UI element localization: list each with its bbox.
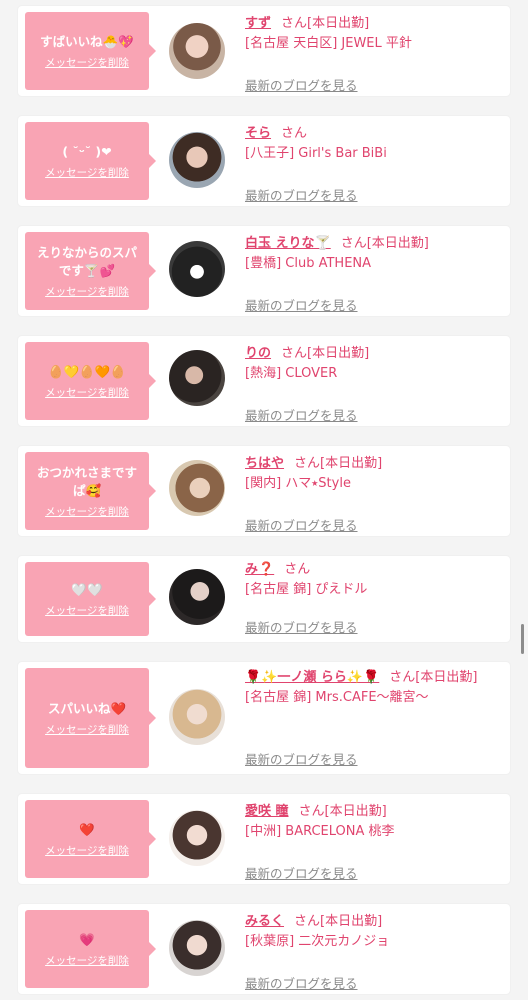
message-bubble: おつかれさまですぱ🥰 メッセージを削除 xyxy=(25,452,156,530)
delete-message-link[interactable]: メッセージを削除 xyxy=(45,55,129,70)
shop-name: [中洲] BARCELONA 桃李 xyxy=(245,824,395,839)
cast-status: さん[本日出勤] xyxy=(281,346,370,361)
avatar[interactable] xyxy=(169,689,225,745)
cast-name-link[interactable]: 白玉 えりな🍸 xyxy=(245,236,331,251)
avatar[interactable] xyxy=(169,810,225,866)
cast-name-link[interactable]: 🌹✨一ノ瀬 らら✨🌹 xyxy=(245,670,379,685)
cast-status: さん[本日出勤] xyxy=(389,670,478,685)
cast-status: さん[本日出勤] xyxy=(294,456,383,471)
latest-blog-link[interactable]: 最新のブログを見る xyxy=(245,974,358,994)
avatar[interactable] xyxy=(169,920,225,976)
shop-name: [秋葉原] 二次元カノジョ xyxy=(245,934,390,949)
delete-message-link[interactable]: メッセージを削除 xyxy=(45,953,129,968)
cast-status: さん[本日出勤] xyxy=(340,236,429,251)
scrollbar-thumb[interactable] xyxy=(521,624,524,654)
cast-name-link[interactable]: すず xyxy=(245,16,271,31)
avatar[interactable] xyxy=(169,23,225,79)
cast-status: さん xyxy=(281,126,308,141)
avatar[interactable] xyxy=(169,132,225,188)
message-text: ( ˘ᵕ˘ )❤ xyxy=(62,143,112,159)
cast-status: さん[本日出勤] xyxy=(298,804,387,819)
shop-name: [豊橋] Club ATHENA xyxy=(245,256,372,271)
delete-message-link[interactable]: メッセージを削除 xyxy=(45,603,129,618)
cast-name-link[interactable]: ちはや xyxy=(245,456,284,471)
message-bubble: えりなからのスパです🍸💕 メッセージを削除 xyxy=(25,232,156,310)
latest-blog-link[interactable]: 最新のブログを見る xyxy=(245,618,358,638)
cast-name-link[interactable]: そら xyxy=(245,126,271,141)
cast-name-link[interactable]: りの xyxy=(245,346,271,361)
delete-message-link[interactable]: メッセージを削除 xyxy=(45,722,129,737)
cast-name-link[interactable]: み❓ xyxy=(245,562,274,577)
cast-status: さん xyxy=(284,562,311,577)
delete-message-link[interactable]: メッセージを削除 xyxy=(45,385,129,400)
delete-message-link[interactable]: メッセージを削除 xyxy=(45,165,129,180)
list-item: えりなからのスパです🍸💕 メッセージを削除 白玉 えりな🍸 さん[本日出勤] [豊… xyxy=(18,226,510,316)
latest-blog-link[interactable]: 最新のブログを見る xyxy=(245,296,358,316)
message-text: 💗 xyxy=(79,931,95,947)
list-item: 🥚💛🥚🧡🥚 メッセージを削除 りの さん[本日出勤] [熱海] CLOVER 最新… xyxy=(18,336,510,426)
delete-message-link[interactable]: メッセージを削除 xyxy=(45,284,129,299)
shop-name: [名古屋 天白区] JEWEL 平針 xyxy=(245,36,412,51)
delete-message-link[interactable]: メッセージを削除 xyxy=(45,843,129,858)
list-item: ( ˘ᵕ˘ )❤ メッセージを削除 そら さん [八王子] Girl's Bar … xyxy=(18,116,510,206)
shop-name: [関内] ハマ⭑Style xyxy=(245,476,351,491)
cast-name-link[interactable]: 愛咲 瞳 xyxy=(245,804,289,819)
message-text: すばいいね🐣💖 xyxy=(40,33,134,49)
list-item: 💗 メッセージを削除 みるく さん[本日出勤] [秋葉原] 二次元カノジョ 最新の… xyxy=(18,904,510,994)
cast-status: さん[本日出勤] xyxy=(281,16,370,31)
avatar[interactable] xyxy=(169,241,225,297)
message-bubble: ( ˘ᵕ˘ )❤ メッセージを削除 xyxy=(25,122,156,200)
message-bubble: ❤️ メッセージを削除 xyxy=(25,800,156,878)
message-bubble: 🥚💛🥚🧡🥚 メッセージを削除 xyxy=(25,342,156,420)
latest-blog-link[interactable]: 最新のブログを見る xyxy=(245,186,358,206)
message-bubble: 🤍🤍 メッセージを削除 xyxy=(25,562,156,636)
latest-blog-link[interactable]: 最新のブログを見る xyxy=(245,406,358,426)
avatar[interactable] xyxy=(169,569,225,625)
list-item: スパいいね❤️ メッセージを削除 🌹✨一ノ瀬 らら✨🌹 さん[本日出勤] [名古屋… xyxy=(18,662,510,774)
list-item: 🤍🤍 メッセージを削除 み❓ さん [名古屋 錦] ぴえドル 最新のブログを見る xyxy=(18,556,510,642)
latest-blog-link[interactable]: 最新のブログを見る xyxy=(245,76,358,96)
shop-name: [名古屋 錦] ぴえドル xyxy=(245,582,368,597)
cast-name-link[interactable]: みるく xyxy=(245,914,284,929)
avatar[interactable] xyxy=(169,350,225,406)
shop-name: [熱海] CLOVER xyxy=(245,366,338,381)
list-item: ❤️ メッセージを削除 愛咲 瞳さん[本日出勤] [中洲] BARCELONA … xyxy=(18,794,510,884)
latest-blog-link[interactable]: 最新のブログを見る xyxy=(245,516,358,536)
shop-name: [名古屋 錦] Mrs.CAFE〜離宮〜 xyxy=(245,690,429,705)
message-text: 🤍🤍 xyxy=(71,581,103,597)
message-text: おつかれさまですぱ🥰 xyxy=(36,464,137,498)
list-item: おつかれさまですぱ🥰 メッセージを削除 ちはや さん[本日出勤] [関内] ハマ⭑… xyxy=(18,446,510,536)
message-text: スパいいね❤️ xyxy=(47,700,127,716)
message-bubble: すばいいね🐣💖 メッセージを削除 xyxy=(25,12,156,90)
message-text: えりなからのスパです🍸💕 xyxy=(36,244,137,278)
message-text: 🥚💛🥚🧡🥚 xyxy=(48,363,126,379)
delete-message-link[interactable]: メッセージを削除 xyxy=(45,504,129,519)
latest-blog-link[interactable]: 最新のブログを見る xyxy=(245,750,358,770)
avatar[interactable] xyxy=(169,460,225,516)
message-bubble: 💗 メッセージを削除 xyxy=(25,910,156,988)
message-bubble: スパいいね❤️ メッセージを削除 xyxy=(25,668,156,768)
latest-blog-link[interactable]: 最新のブログを見る xyxy=(245,864,358,884)
shop-name: [八王子] Girl's Bar BiBi xyxy=(245,146,387,161)
message-text: ❤️ xyxy=(79,821,95,837)
list-item: すばいいね🐣💖 メッセージを削除 すず さん[本日出勤] [名古屋 天白区] JE… xyxy=(18,6,510,96)
cast-status: さん[本日出勤] xyxy=(294,914,383,929)
